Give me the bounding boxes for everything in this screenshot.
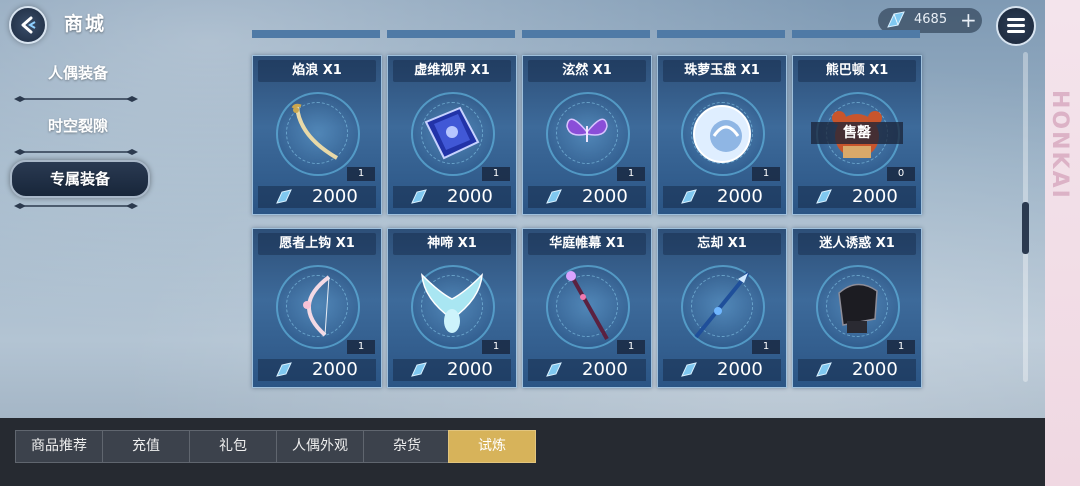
crystal-icon <box>411 189 427 204</box>
price-value: 2000 <box>582 359 628 380</box>
sidebar-divider <box>14 203 138 209</box>
item-name: 泫然 X1 <box>528 60 646 82</box>
shop-item-card-sold-out[interactable]: 熊巴顿 X1 售罄 0 2000 <box>792 55 922 215</box>
crystal-icon <box>681 189 697 204</box>
item-name: 焰浪 X1 <box>258 60 376 82</box>
tab-misc[interactable]: 杂货 <box>363 430 451 463</box>
crystal-icon <box>887 11 905 28</box>
item-name: 华庭帷幕 X1 <box>528 233 646 255</box>
price-value: 2000 <box>852 186 898 207</box>
item-name: 迷人诱惑 X1 <box>798 233 916 255</box>
item-name: 虚维视界 X1 <box>393 60 511 82</box>
item-name: 神啼 X1 <box>393 233 511 255</box>
price-value: 2000 <box>717 359 763 380</box>
sidebar-divider <box>14 96 138 102</box>
sidebar-item-label: 专属装备 <box>49 170 110 188</box>
crystal-icon <box>681 362 697 377</box>
item-count: 1 <box>482 167 510 181</box>
item-count: 1 <box>752 167 780 181</box>
butterfly-icon <box>566 118 608 142</box>
back-arrow-icon <box>21 16 36 34</box>
shop-item-card[interactable]: 愿者上钩 X1 1 2000 <box>252 228 382 388</box>
item-name: 熊巴顿 X1 <box>798 60 916 82</box>
item-price: 2000 <box>393 186 511 208</box>
crystal-icon <box>276 189 292 204</box>
tab-trial[interactable]: 试炼 <box>448 430 536 463</box>
item-name: 愿者上钩 X1 <box>258 233 376 255</box>
price-value: 2000 <box>447 359 493 380</box>
bird-icon <box>421 273 483 333</box>
item-count: 1 <box>887 340 915 354</box>
sidebar-divider <box>14 149 138 155</box>
price-value: 2000 <box>312 186 358 207</box>
shop-item-card[interactable]: 珠萝玉盘 X1 1 2000 <box>657 55 787 215</box>
item-price: 2000 <box>798 186 916 208</box>
sidebar-item-exclusive-equipment[interactable]: 专属装备 <box>10 160 150 198</box>
spear-icon <box>694 271 750 339</box>
item-count: 1 <box>617 340 645 354</box>
item-price: 2000 <box>393 359 511 381</box>
tab-recommended[interactable]: 商品推荐 <box>15 430 103 463</box>
price-value: 2000 <box>312 359 358 380</box>
item-price: 2000 <box>663 186 781 208</box>
item-count: 1 <box>347 340 375 354</box>
item-count: 1 <box>752 340 780 354</box>
crystal-icon <box>546 189 562 204</box>
shop-item-card[interactable]: 华庭帷幕 X1 1 2000 <box>522 228 652 388</box>
add-currency-button[interactable]: + <box>960 8 977 32</box>
sidebar-item-doll-equipment[interactable]: 人偶装备 <box>10 56 146 90</box>
item-price: 2000 <box>258 186 376 208</box>
item-count: 1 <box>347 167 375 181</box>
tab-recharge[interactable]: 充值 <box>102 430 190 463</box>
price-value: 2000 <box>717 186 763 207</box>
shop-item-card[interactable]: 迷人诱惑 X1 1 2000 <box>792 228 922 388</box>
crystal-icon <box>816 189 832 204</box>
page-title: 商城 <box>64 13 107 35</box>
saber-icon <box>291 103 339 160</box>
item-price: 2000 <box>528 359 646 381</box>
currency-amount: 4685 <box>914 12 948 27</box>
price-value: 2000 <box>447 186 493 207</box>
scrollbar-thumb[interactable] <box>1022 202 1029 254</box>
shop-item-card[interactable]: 焰浪 X1 1 2000 <box>252 55 382 215</box>
side-strip-text: HONKAI <box>1047 90 1072 200</box>
shop-item-card[interactable]: 泫然 X1 1 2000 <box>522 55 652 215</box>
sold-out-badge: 售罄 <box>811 122 903 144</box>
sidebar-item-rift[interactable]: 时空裂隙 <box>10 109 146 143</box>
item-count: 1 <box>482 340 510 354</box>
menu-icon-line <box>1007 30 1025 33</box>
price-value: 2000 <box>582 186 628 207</box>
menu-icon-line <box>1007 24 1025 27</box>
bow-icon <box>303 275 331 337</box>
sidebar-item-label: 人偶装备 <box>47 64 108 82</box>
crystal-icon <box>411 362 427 377</box>
shop-item-card[interactable]: 神啼 X1 1 2000 <box>387 228 517 388</box>
staff-icon <box>566 271 609 340</box>
item-name: 忘却 X1 <box>663 233 781 255</box>
gauntlet-icon <box>838 283 878 333</box>
crystal-icon <box>816 362 832 377</box>
item-count: 1 <box>617 167 645 181</box>
tablet-icon <box>424 106 480 160</box>
item-price: 2000 <box>528 186 646 208</box>
item-count: 0 <box>887 167 915 181</box>
item-price: 2000 <box>258 359 376 381</box>
previous-row-edge <box>252 30 920 38</box>
tab-gift-packs[interactable]: 礼包 <box>189 430 277 463</box>
shop-item-card[interactable]: 虚维视界 X1 1 2000 <box>387 55 517 215</box>
shell-icon <box>693 105 751 163</box>
item-price: 2000 <box>798 359 916 381</box>
menu-button[interactable] <box>996 6 1036 46</box>
crystal-icon <box>546 362 562 377</box>
back-button[interactable] <box>9 6 47 44</box>
shop-item-card[interactable]: 忘却 X1 1 2000 <box>657 228 787 388</box>
item-name: 珠萝玉盘 X1 <box>663 60 781 82</box>
crystal-icon <box>276 362 292 377</box>
menu-icon <box>1007 18 1025 21</box>
item-price: 2000 <box>663 359 781 381</box>
tab-doll-outfits[interactable]: 人偶外观 <box>276 430 364 463</box>
sidebar-item-label: 时空裂隙 <box>47 117 108 135</box>
price-value: 2000 <box>852 359 898 380</box>
